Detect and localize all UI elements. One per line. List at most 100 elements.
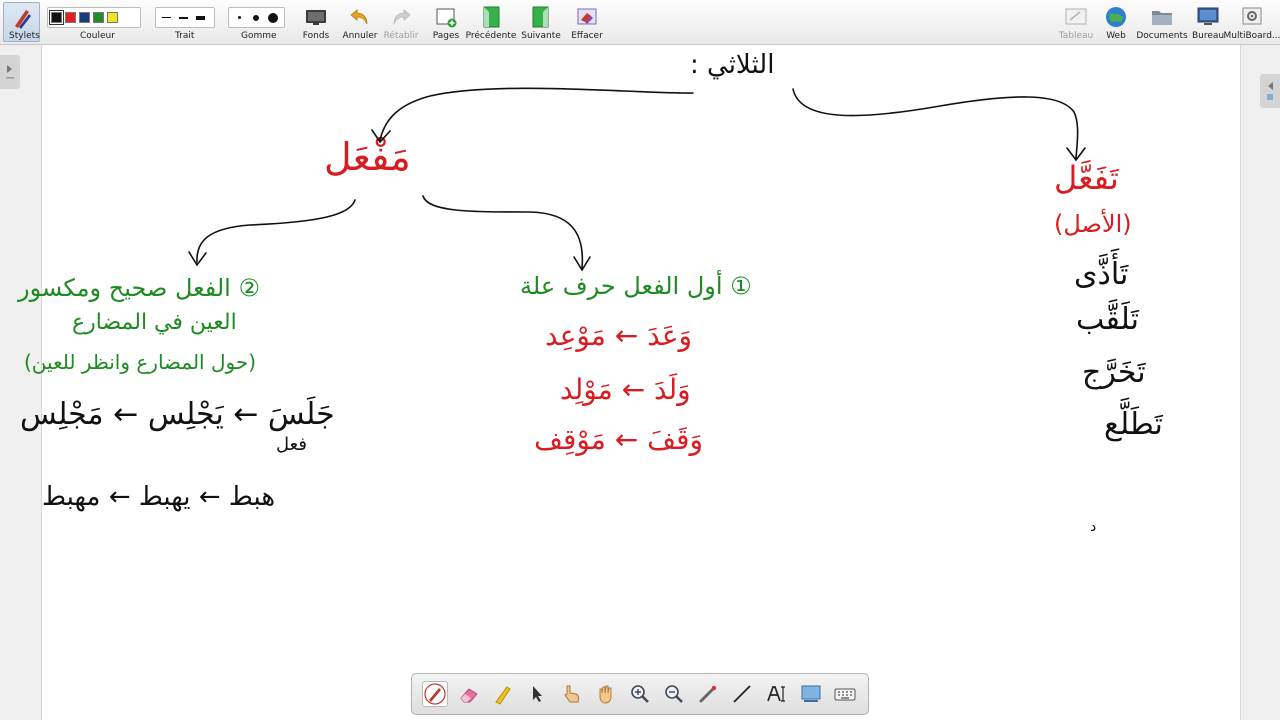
zoom-in-icon bbox=[631, 685, 649, 703]
globe-icon bbox=[1106, 7, 1126, 27]
pen-icon bbox=[424, 683, 446, 705]
cursor-arrow-icon bbox=[533, 686, 543, 702]
color-swatch-red[interactable] bbox=[65, 12, 76, 23]
add-page-icon bbox=[436, 8, 457, 28]
fonds-button[interactable]: Fonds bbox=[302, 2, 330, 42]
eraser-tool-button[interactable] bbox=[456, 681, 482, 707]
stroke-thick[interactable] bbox=[193, 10, 207, 25]
pointing-hand-icon bbox=[563, 685, 579, 703]
effacer-label: Effacer bbox=[571, 31, 603, 41]
expand-left-icon bbox=[1267, 82, 1273, 100]
effacer-button[interactable]: Effacer bbox=[571, 2, 603, 42]
zoom-out-button[interactable] bbox=[661, 681, 687, 707]
highlighter-icon bbox=[495, 686, 512, 705]
whiteboard-icon bbox=[1065, 8, 1087, 25]
case2-example-2: هبط ← يهبط ← مهبط bbox=[42, 482, 276, 512]
color-swatch-navy[interactable] bbox=[79, 12, 90, 23]
annuler-label: Annuler bbox=[342, 31, 378, 41]
settings-gear-icon bbox=[1242, 7, 1262, 25]
clear-board-icon bbox=[577, 8, 597, 25]
tableau-label: Tableau bbox=[1058, 31, 1094, 41]
stray-mark: د bbox=[1090, 519, 1097, 535]
text-tool-button[interactable] bbox=[763, 681, 789, 707]
eraser-icon bbox=[460, 688, 478, 703]
next-page-icon bbox=[532, 6, 549, 28]
bureau-button[interactable]: Bureau bbox=[1191, 2, 1225, 42]
right-example-1: تَأَذَّى bbox=[1074, 257, 1129, 292]
precedente-label: Précédente bbox=[465, 31, 517, 41]
right-panel-toggle[interactable] bbox=[1260, 74, 1280, 108]
screen-capture-icon bbox=[801, 685, 821, 702]
stroke-medium[interactable] bbox=[176, 10, 190, 25]
previous-page-icon bbox=[483, 6, 500, 28]
right-example-3: تَخَرَّج bbox=[1082, 355, 1146, 390]
expand-right-icon bbox=[6, 65, 14, 79]
left-branch-title: مَفْعَل bbox=[324, 135, 411, 179]
eraser-medium[interactable] bbox=[249, 10, 263, 25]
couleur-label: Couleur bbox=[80, 31, 115, 41]
color-swatch-black[interactable] bbox=[49, 10, 64, 25]
laser-pointer-button[interactable] bbox=[695, 681, 721, 707]
case1-example-1: وَعَدَ ← مَوْعِد bbox=[545, 319, 693, 352]
pointer-tool-button[interactable] bbox=[559, 681, 585, 707]
documents-label: Documents bbox=[1136, 31, 1188, 41]
color-swatch-green[interactable] bbox=[93, 12, 104, 23]
tableau-button[interactable]: Tableau bbox=[1058, 2, 1094, 42]
color-picker bbox=[47, 7, 141, 28]
keyboard-button[interactable] bbox=[832, 681, 858, 707]
zoom-out-icon bbox=[665, 685, 683, 703]
fonds-label: Fonds bbox=[302, 31, 330, 41]
case2-heading-line1: ② الفعل صحيح ومكسور bbox=[18, 274, 260, 302]
desktop-icon bbox=[1197, 7, 1219, 25]
color-swatch-yellow[interactable] bbox=[107, 12, 118, 23]
right-branch-subtitle: (الأصل) bbox=[1054, 210, 1132, 238]
left-panel-toggle[interactable] bbox=[0, 55, 20, 89]
bureau-label: Bureau bbox=[1191, 31, 1225, 41]
pen-pencil-icon bbox=[15, 10, 31, 29]
annuler-button[interactable]: Annuler bbox=[342, 2, 378, 42]
retablir-button[interactable]: Rétablir bbox=[384, 2, 418, 42]
web-button[interactable]: Web bbox=[1102, 2, 1130, 42]
pages-button[interactable]: Pages bbox=[432, 2, 460, 42]
zoom-in-button[interactable] bbox=[627, 681, 653, 707]
main-toolbar: Stylets Couleur Trait Gomme Fonds Annule… bbox=[0, 0, 1280, 45]
undo-icon bbox=[350, 9, 368, 25]
suivante-label: Suivante bbox=[521, 31, 561, 41]
pan-tool-button[interactable] bbox=[593, 681, 619, 707]
highlighter-tool-button[interactable] bbox=[490, 681, 516, 707]
pages-label: Pages bbox=[432, 31, 460, 41]
case1-example-3: وَقَفَ ← مَوْقِف bbox=[534, 423, 703, 456]
case2-heading-line3: (حول المضارع وانظر للعين) bbox=[24, 350, 256, 374]
stroke-thin[interactable] bbox=[159, 10, 173, 25]
stroke-width-picker bbox=[155, 7, 215, 28]
trait-label: Trait bbox=[175, 31, 195, 41]
stylets-button[interactable]: Stylets bbox=[3, 2, 40, 42]
hand-icon bbox=[599, 685, 612, 704]
documents-button[interactable]: Documents bbox=[1136, 2, 1188, 42]
right-example-2: تَلَقَّب bbox=[1076, 302, 1139, 337]
screen-capture-button[interactable] bbox=[798, 681, 824, 707]
line-tool-button[interactable] bbox=[729, 681, 755, 707]
precedente-button[interactable]: Précédente bbox=[466, 2, 516, 42]
eraser-small[interactable] bbox=[232, 10, 246, 25]
multiboard-label: MultiBoard... bbox=[1223, 31, 1280, 41]
pen-tool-button[interactable] bbox=[422, 681, 449, 707]
select-tool-button[interactable] bbox=[524, 681, 550, 707]
root-heading: الثلاثي : bbox=[690, 50, 775, 80]
multiboard-button[interactable]: MultiBoard... bbox=[1223, 2, 1280, 42]
bottom-tools-bar bbox=[411, 673, 869, 715]
laser-pointer-icon bbox=[699, 685, 717, 703]
text-icon bbox=[767, 686, 786, 702]
case2-heading-line2: العين في المضارع bbox=[72, 310, 237, 335]
case1-heading: ① أول الفعل حرف علة bbox=[520, 272, 752, 300]
redo-icon bbox=[393, 9, 411, 25]
case2-example-1: جَلَسَ ← يَجْلِس ← مَجْلِس bbox=[20, 397, 335, 432]
stylets-label: Stylets bbox=[9, 31, 40, 41]
gomme-label: Gomme bbox=[241, 31, 277, 41]
suivante-button[interactable]: Suivante bbox=[521, 2, 561, 42]
case2-example-1-note: فعل bbox=[276, 434, 307, 455]
eraser-large[interactable] bbox=[266, 10, 280, 25]
line-icon bbox=[733, 685, 751, 703]
background-icon bbox=[306, 10, 326, 25]
right-branch-title: تَفَعَّل bbox=[1054, 159, 1119, 197]
